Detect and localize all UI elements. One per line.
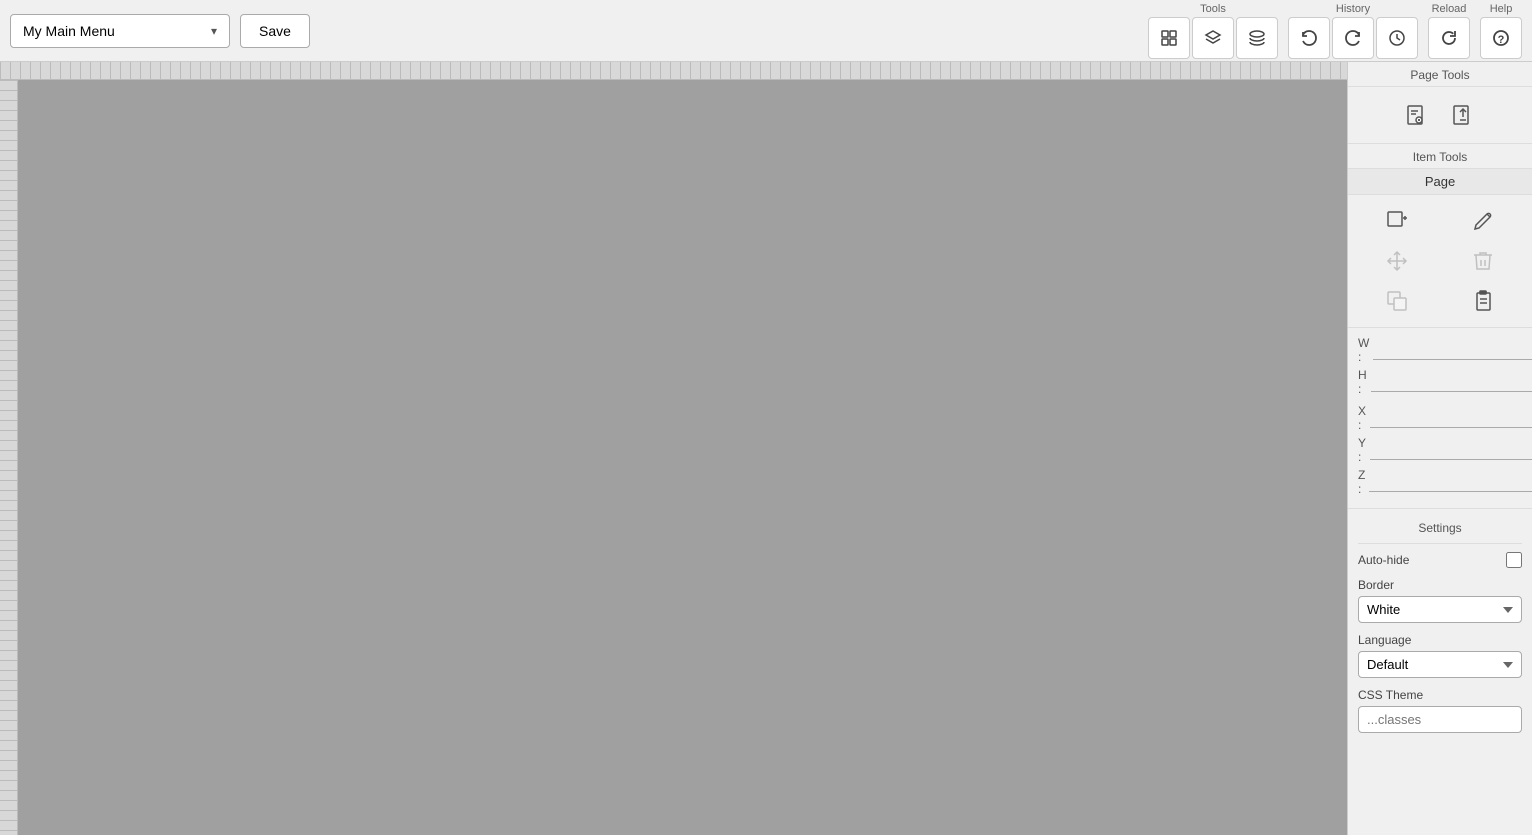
chevron-down-icon: ▾ (211, 24, 217, 38)
x-input[interactable] (1370, 409, 1532, 428)
reload-buttons (1428, 17, 1470, 59)
duplicate-button (1356, 283, 1438, 319)
language-label: Language (1358, 633, 1522, 647)
auto-hide-checkbox[interactable] (1506, 552, 1522, 568)
ruler-h-ticks (0, 62, 1347, 79)
undo-button[interactable] (1288, 17, 1330, 59)
y-label: Y : (1358, 436, 1366, 464)
item-tools-grid (1348, 195, 1532, 328)
delete-button (1442, 243, 1524, 279)
edit-button[interactable] (1442, 203, 1524, 239)
tools-label: Tools (1200, 3, 1226, 15)
help-buttons: ? (1480, 17, 1522, 59)
history-buttons (1288, 17, 1418, 59)
language-select[interactable]: Default English French (1358, 651, 1522, 678)
canvas-wrapper (0, 62, 1347, 835)
border-select[interactable]: White Black None (1358, 596, 1522, 623)
item-tools-tab[interactable]: Page (1348, 169, 1532, 195)
h-label: H : (1358, 368, 1367, 396)
auto-hide-label: Auto-hide (1358, 553, 1409, 567)
help-button[interactable]: ? (1480, 17, 1522, 59)
canvas-row (0, 80, 1347, 835)
x-label: X : (1358, 404, 1366, 432)
reload-label: Reload (1432, 3, 1467, 15)
z-input[interactable] (1369, 473, 1532, 492)
y-input[interactable] (1370, 441, 1532, 460)
add-frame-button[interactable] (1356, 203, 1438, 239)
settings-title: Settings (1358, 517, 1522, 544)
layers-icon[interactable] (1192, 17, 1234, 59)
grid-icon[interactable] (1148, 17, 1190, 59)
move-button (1356, 243, 1438, 279)
main-area: Page Tools (0, 62, 1532, 835)
z-row: Z : (1358, 468, 1522, 496)
css-theme-block: CSS Theme (1358, 688, 1522, 733)
page-tools-title: Page Tools (1348, 62, 1532, 87)
w-input[interactable] (1373, 341, 1532, 360)
ruler-vertical (0, 80, 18, 835)
dimensions-section: W : H : X : Y : Z : (1348, 328, 1532, 509)
page-tools-icons (1348, 87, 1532, 144)
h-input[interactable] (1371, 373, 1532, 392)
language-block: Language Default English French (1358, 633, 1522, 678)
css-theme-input[interactable] (1358, 706, 1522, 733)
tools-buttons (1148, 17, 1278, 59)
history-button[interactable] (1376, 17, 1418, 59)
help-group: Help ? (1480, 3, 1522, 59)
reload-group: Reload (1428, 3, 1470, 59)
history-label: History (1336, 3, 1370, 15)
ruler-horizontal (0, 62, 1347, 80)
ruler-v-ticks (0, 80, 17, 835)
help-label: Help (1490, 3, 1513, 15)
border-label: Border (1358, 578, 1522, 592)
css-theme-label: CSS Theme (1358, 688, 1522, 702)
redo-button[interactable] (1332, 17, 1374, 59)
main-menu-dropdown[interactable]: My Main Menu ▾ (10, 14, 230, 48)
x-row: X : (1358, 404, 1522, 432)
page-settings-button[interactable] (1399, 97, 1435, 133)
page-export-button[interactable] (1445, 97, 1481, 133)
width-row: W : (1358, 336, 1522, 364)
tools-group: Tools (1148, 3, 1278, 59)
clipboard-button[interactable] (1442, 283, 1524, 319)
canvas[interactable] (18, 80, 1347, 835)
history-group: History (1288, 3, 1418, 59)
main-menu-label: My Main Menu (23, 23, 115, 39)
item-tools-title: Item Tools (1348, 144, 1532, 169)
w-label: W : (1358, 336, 1369, 364)
reload-button[interactable] (1428, 17, 1470, 59)
top-toolbar: My Main Menu ▾ Save Tools (0, 0, 1532, 62)
border-block: Border White Black None (1358, 578, 1522, 623)
right-panel: Page Tools (1347, 62, 1532, 835)
settings-section: Settings Auto-hide Border White Black No… (1348, 509, 1532, 751)
z-label: Z : (1358, 468, 1365, 496)
save-button[interactable]: Save (240, 14, 310, 48)
height-row: H : (1358, 368, 1522, 396)
y-row: Y : (1358, 436, 1522, 464)
stack-icon[interactable] (1236, 17, 1278, 59)
auto-hide-row: Auto-hide (1358, 552, 1522, 568)
svg-text:?: ? (1498, 34, 1505, 46)
